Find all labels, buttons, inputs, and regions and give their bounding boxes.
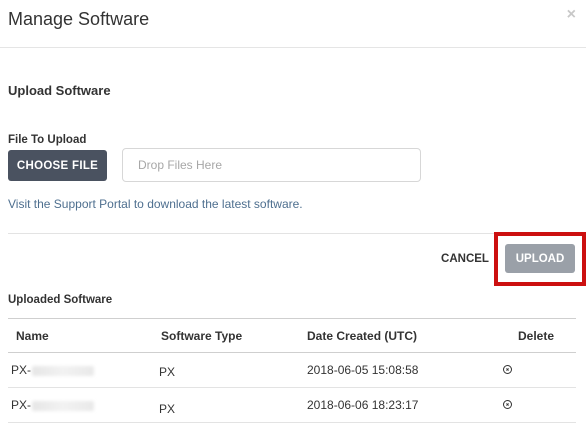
upload-section-title: Upload Software (8, 83, 111, 98)
redacted-name (32, 400, 95, 411)
choose-file-button[interactable]: CHOOSE FILE (8, 150, 107, 181)
software-name-prefix: PX- (11, 398, 32, 412)
modal-title: Manage Software (8, 9, 150, 29)
software-type: PX (159, 365, 176, 379)
uploaded-software-title: Uploaded Software (8, 294, 113, 306)
redacted-name (32, 365, 95, 376)
column-header-delete: Delete (518, 329, 555, 343)
upload-button[interactable]: UPLOAD (505, 244, 575, 273)
column-header-name: Name (16, 329, 49, 343)
software-name-prefix: PX- (11, 363, 32, 377)
date-created: 2018-06-05 15:08:58 (307, 363, 419, 377)
table-header: Name Software Type Date Created (UTC) De… (8, 319, 576, 353)
support-portal-link[interactable]: Visit the Support Portal to download the… (8, 197, 303, 211)
software-name: PX- (11, 363, 95, 377)
file-to-upload-label: File To Upload (8, 134, 87, 146)
delete-icon[interactable] (503, 400, 512, 409)
drop-files-zone[interactable]: Drop Files Here (122, 148, 421, 182)
manage-software-modal: Manage Software × Upload Software File T… (0, 0, 586, 443)
software-name: PX- (11, 398, 95, 412)
delete-icon[interactable] (503, 365, 512, 374)
software-type: PX (159, 402, 176, 416)
table-row: PX- PX 2018-06-05 15:08:58 (8, 353, 576, 388)
cancel-button[interactable]: CANCEL (438, 250, 492, 268)
column-header-software-type: Software Type (161, 329, 243, 343)
modal-header: Manage Software × (0, 0, 586, 48)
divider (8, 233, 576, 234)
close-icon[interactable]: × (567, 6, 576, 24)
column-header-date-created: Date Created (UTC) (307, 329, 418, 343)
drop-files-placeholder: Drop Files Here (138, 158, 223, 172)
table-row: PX- PX 2018-06-06 18:23:17 (8, 388, 576, 423)
uploaded-software-table: Name Software Type Date Created (UTC) De… (8, 318, 576, 423)
date-created: 2018-06-06 18:23:17 (307, 398, 419, 412)
